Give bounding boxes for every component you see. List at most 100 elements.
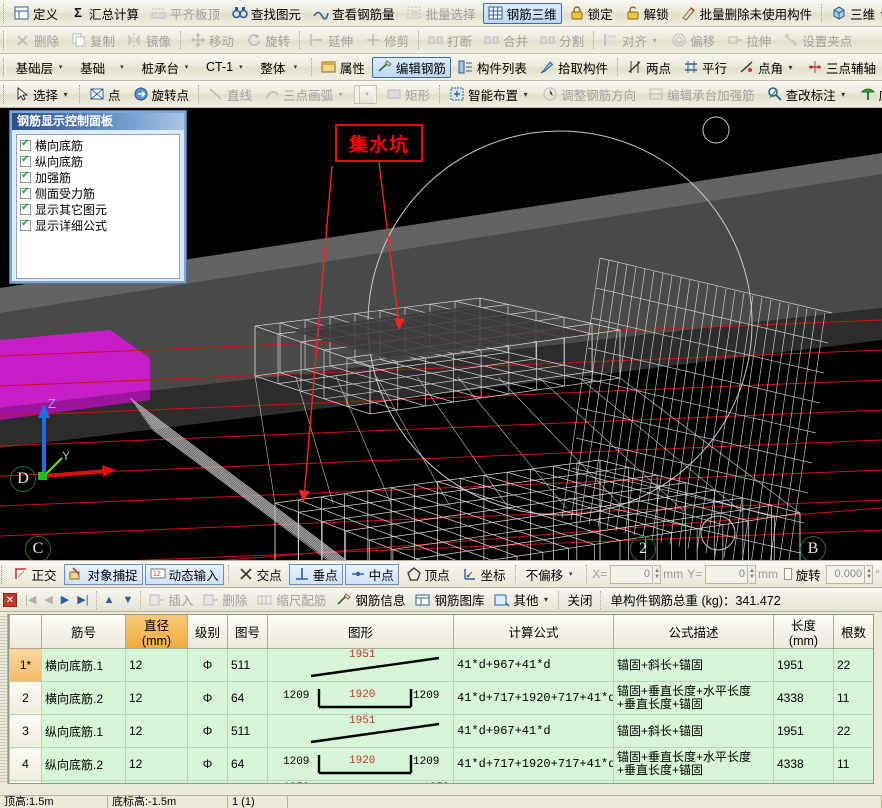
- table-row[interactable]: 5侧面水平筋.112Φ615125945220312594541*d+767+2…: [10, 781, 874, 785]
- rebar-display-option-1[interactable]: 纵向底筋: [20, 154, 177, 169]
- cell-figure-no[interactable]: 511: [228, 649, 268, 682]
- cell-index[interactable]: 3: [10, 715, 42, 748]
- cell-index[interactable]: 5: [10, 781, 42, 785]
- rebar-display-option-3[interactable]: 侧面受力筋: [20, 186, 177, 201]
- offset-x-input[interactable]: 0: [610, 565, 653, 584]
- rotate-spinner[interactable]: ▲▼: [866, 565, 873, 584]
- toolbar-button-point-angle-icon[interactable]: 点角▾: [734, 57, 800, 78]
- cell-count[interactable]: 22: [834, 649, 874, 682]
- toolbar-button-view-rebar-icon[interactable]: 查看钢筋量: [308, 3, 400, 24]
- chevron-down-icon[interactable]: ▾: [521, 90, 530, 99]
- cell-shape-diagram[interactable]: 1259452203125945: [268, 781, 454, 785]
- cell-index[interactable]: 1*: [10, 649, 42, 682]
- close-panel-button[interactable]: ✕: [3, 593, 17, 607]
- toolbar-button-rebar-3d-icon[interactable]: 钢筋三维: [483, 3, 562, 24]
- snap-button-midpoint-icon[interactable]: 中点: [345, 564, 399, 585]
- editor-button-close-editor-icon[interactable]: 关闭: [563, 590, 596, 610]
- table-row[interactable]: 1*横向底筋.112Φ511195141*d+967+41*d锚固+斜长+锚固1…: [10, 649, 874, 682]
- table-header-长度 (mm)[interactable]: 长度 (mm): [774, 615, 834, 649]
- toolbar-button-sigma-icon[interactable]: Σ汇总计算: [65, 3, 144, 24]
- cell-length[interactable]: 1951: [774, 649, 834, 682]
- snap-button-perpendicular-icon[interactable]: 垂点: [289, 564, 343, 585]
- combo-offset-mode[interactable]: 不偏移▾: [522, 564, 581, 584]
- cell-diameter[interactable]: 12: [126, 649, 188, 682]
- table-header-筋号[interactable]: 筋号: [42, 615, 126, 649]
- table-row[interactable]: 3纵向底筋.112Φ511195141*d+967+41*d锚固+斜长+锚固19…: [10, 715, 874, 748]
- cell-diameter[interactable]: 12: [126, 781, 188, 785]
- chevron-down-icon[interactable]: ▾: [61, 90, 70, 99]
- toolbar-button-cube-icon[interactable]: 三维▾: [826, 3, 882, 24]
- toolbar-button-pick-component-icon[interactable]: 拾取构件: [534, 57, 613, 78]
- snap-button-coordinate-icon[interactable]: 坐标: [457, 564, 511, 585]
- chevron-down-icon[interactable]: ▾: [541, 595, 550, 604]
- cell-diameter[interactable]: 12: [126, 748, 188, 781]
- cell-description[interactable]: 锚固+斜长+水平长度+斜长+锚固: [614, 781, 774, 785]
- rebar-table-container[interactable]: 筋号直径 (mm)级别图号图形计算公式公式描述长度 (mm)根数 1*横向底筋.…: [8, 614, 874, 784]
- 3d-viewport[interactable]: ZY 钢筋显示控制面板 横向底筋纵向底筋加强筋侧面受力筋显示其它图元显示详细公式…: [0, 108, 882, 560]
- toolbar-button-binoculars-icon[interactable]: 查找图元: [227, 3, 306, 24]
- toolbar-button-rotate-point-icon[interactable]: 旋转点: [128, 84, 195, 105]
- cell-rebar-name[interactable]: 横向底筋.2: [42, 682, 126, 715]
- chevron-down-icon[interactable]: ▾: [233, 59, 248, 76]
- toolbar-button-lock-icon[interactable]: 锁定: [564, 3, 618, 24]
- toolbar-button-check-annotation-icon[interactable]: 查改标注▾: [762, 84, 853, 105]
- cell-rebar-name[interactable]: 横向底筋.1: [42, 649, 126, 682]
- checkbox-checked[interactable]: [20, 220, 31, 231]
- cell-description[interactable]: 锚固+斜长+锚固: [614, 649, 774, 682]
- cell-index[interactable]: 2: [10, 682, 42, 715]
- cell-length[interactable]: 4338: [774, 682, 834, 715]
- snap-button-vertex-icon[interactable]: 顶点: [401, 564, 455, 585]
- toolbar-button-parallel-icon[interactable]: 平行: [678, 57, 732, 78]
- move-down-button[interactable]: ▼: [122, 594, 133, 606]
- toolbar-button-component-list-icon[interactable]: 构件列表: [453, 57, 532, 78]
- cell-length[interactable]: 1951: [774, 715, 834, 748]
- combo-component-name[interactable]: CT-1▾: [202, 57, 250, 77]
- offset-x-spinner[interactable]: ▲▼: [654, 565, 661, 584]
- cell-diameter[interactable]: 12: [126, 715, 188, 748]
- cell-length[interactable]: 4721: [774, 781, 834, 785]
- combo-component-type[interactable]: 桩承台▾: [137, 57, 196, 77]
- checkbox-checked[interactable]: [20, 156, 31, 167]
- toolbar-button-edit-rebar-icon[interactable]: 编辑钢筋: [372, 57, 451, 78]
- cell-formula[interactable]: 41*d+967+41*d: [454, 649, 614, 682]
- offset-y-spinner[interactable]: ▲▼: [749, 565, 756, 584]
- combo-category[interactable]: 基础▾: [76, 57, 131, 77]
- toolbar-button-select-arrow-icon[interactable]: 选择▾: [9, 84, 75, 105]
- table-row[interactable]: 4纵向底筋.212Φ6412091920120941*d+717+1920+71…: [10, 748, 874, 781]
- cell-length[interactable]: 4338: [774, 748, 834, 781]
- chevron-down-icon[interactable]: ▾: [288, 59, 303, 76]
- cell-grade[interactable]: Φ: [188, 781, 228, 785]
- cell-formula[interactable]: 41*d+717+1920+717+41*d: [454, 748, 614, 781]
- table-header-图形[interactable]: 图形: [268, 615, 454, 649]
- rebar-display-control-panel[interactable]: 钢筋显示控制面板 横向底筋纵向底筋加强筋侧面受力筋显示其它图元显示详细公式: [10, 111, 186, 283]
- toolbar-button-batch-delete-icon[interactable]: 批量删除未使用构件: [676, 3, 818, 24]
- cell-grade[interactable]: Φ: [188, 682, 228, 715]
- table-header-根数[interactable]: 根数: [834, 615, 874, 649]
- cell-figure-no[interactable]: 64: [228, 682, 268, 715]
- checkbox-checked[interactable]: [20, 204, 31, 215]
- snap-button-intersection-icon[interactable]: 交点: [233, 564, 287, 585]
- cell-diameter[interactable]: 12: [126, 682, 188, 715]
- cell-grade[interactable]: Φ: [188, 715, 228, 748]
- rebar-display-option-5[interactable]: 显示详细公式: [20, 218, 177, 233]
- snap-button-dyninput-icon[interactable]: 12动态输入: [145, 564, 224, 585]
- cell-figure-no[interactable]: 511: [228, 715, 268, 748]
- cell-description[interactable]: 锚固+垂直长度+水平长度+垂直长度+锚固: [614, 748, 774, 781]
- cell-formula[interactable]: 41*d+767+2203+767+41*d: [454, 781, 614, 785]
- cell-formula[interactable]: 41*d+717+1920+717+41*d: [454, 682, 614, 715]
- snap-button-ortho-icon[interactable]: 正交: [8, 564, 62, 585]
- toolbar-button-point-icon[interactable]: 点: [84, 84, 126, 105]
- cell-formula[interactable]: 41*d+967+41*d: [454, 715, 614, 748]
- chevron-down-icon[interactable]: ▾: [786, 63, 795, 72]
- cell-description[interactable]: 锚固+垂直长度+水平长度+垂直长度+锚固: [614, 682, 774, 715]
- chevron-down-icon[interactable]: ▾: [878, 9, 882, 18]
- offset-y-input[interactable]: 0: [705, 565, 748, 584]
- nav-prev-button[interactable]: ◀: [44, 593, 52, 606]
- chevron-down-icon[interactable]: ▾: [839, 90, 848, 99]
- cell-rebar-name[interactable]: 纵向底筋.2: [42, 748, 126, 781]
- table-header-计算公式[interactable]: 计算公式: [454, 615, 614, 649]
- toolbar-button-two-point-icon[interactable]: 两点: [622, 57, 676, 78]
- rebar-display-option-0[interactable]: 横向底筋: [20, 138, 177, 153]
- toolbar-button-apply-icon[interactable]: 应用: [855, 84, 882, 105]
- nav-next-button[interactable]: ▶: [61, 593, 69, 606]
